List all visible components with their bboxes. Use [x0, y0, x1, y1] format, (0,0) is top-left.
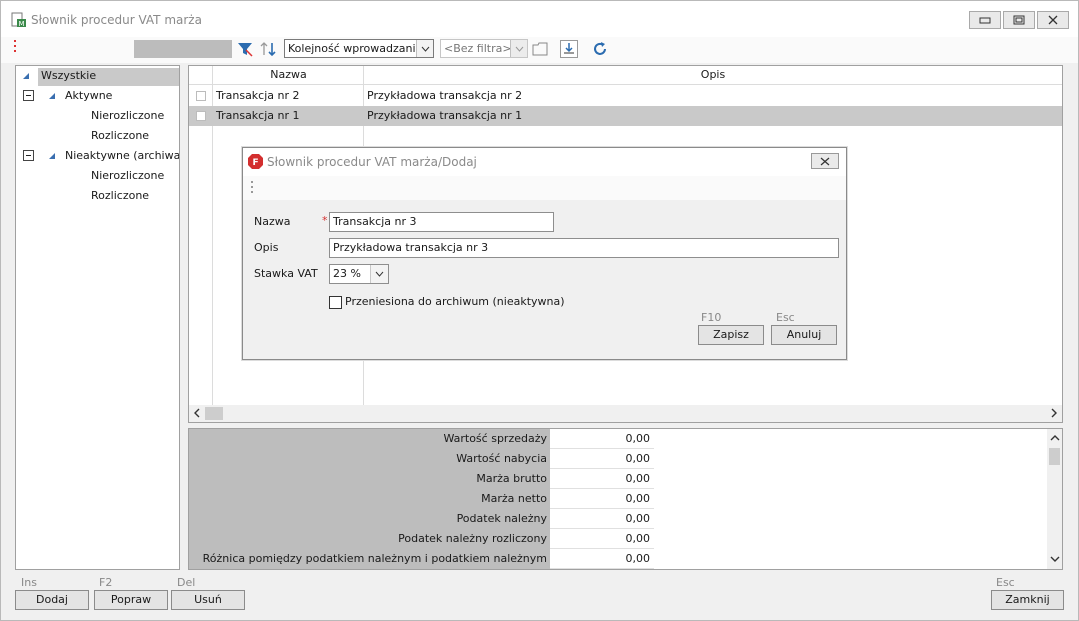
filter-select-value: <Bez filtra> [444, 42, 512, 55]
tree-item-inactive-unsettled[interactable]: Nierozliczone [91, 166, 164, 186]
filter-icon[interactable] [236, 40, 254, 58]
cancel-button[interactable]: Anuluj [771, 325, 837, 345]
required-marker: * [322, 214, 328, 227]
app-document-icon: M [11, 12, 27, 28]
column-header-description[interactable]: Opis [364, 66, 1062, 84]
archive-checkbox[interactable] [329, 296, 342, 309]
summary-value: 0,00 [550, 509, 654, 529]
dialog-toolbar [243, 176, 846, 200]
row-description: Przykładowa transakcja nr 1 [367, 109, 523, 122]
close-window-button[interactable] [1037, 11, 1069, 29]
delete-shortcut: Del [177, 576, 196, 589]
summary-label: Wartość nabycia [189, 449, 550, 469]
name-label: Nazwa [254, 215, 291, 228]
chevron-down-icon [510, 40, 527, 57]
chevron-down-icon[interactable] [1050, 553, 1060, 566]
add-dialog: F Słownik procedur VAT marża/Dodaj Nazwa… [242, 147, 847, 360]
collapse-icon[interactable] [23, 150, 34, 161]
edit-button[interactable]: Popraw [94, 590, 168, 610]
name-field[interactable]: Transakcja nr 3 [329, 212, 554, 232]
summary-label: Różnica pomiędzy podatkiem należnym i po… [189, 549, 550, 569]
chevron-up-icon[interactable] [1050, 432, 1060, 445]
add-shortcut: Ins [21, 576, 37, 589]
summary-label: Marża brutto [189, 469, 550, 489]
category-tree: Wszystkie Aktywne Nierozliczone Rozliczo… [15, 65, 180, 570]
vat-rate-value: 23 % [333, 267, 361, 280]
dialog-title: Słownik procedur VAT marża/Dodaj [267, 155, 477, 169]
tree-item-inactive-settled[interactable]: Rozliczone [91, 186, 149, 206]
chevron-right-icon[interactable] [1050, 408, 1058, 421]
summary-label: Podatek należny rozliczony [189, 529, 550, 549]
tree-item-active[interactable]: Aktywne [65, 86, 112, 106]
description-field[interactable]: Przykładowa transakcja nr 3 [329, 238, 839, 258]
scrollbar-thumb[interactable] [1049, 448, 1060, 465]
summary-label: Podatek należny [189, 509, 550, 529]
close-button[interactable]: Zamknij [991, 590, 1064, 610]
edit-shortcut: F2 [99, 576, 113, 589]
row-name: Transakcja nr 2 [216, 89, 300, 102]
save-button[interactable]: Zapisz [698, 325, 764, 345]
close-shortcut: Esc [996, 576, 1015, 589]
add-button[interactable]: Dodaj [15, 590, 89, 610]
horizontal-scrollbar[interactable] [189, 405, 1062, 422]
vat-rate-label: Stawka VAT [254, 267, 318, 280]
folder-icon[interactable] [531, 40, 549, 58]
chevron-left-icon[interactable] [193, 408, 201, 421]
cancel-shortcut: Esc [776, 311, 795, 324]
chevron-down-icon [370, 265, 388, 283]
summary-value: 0,00 [550, 549, 654, 569]
filter-select[interactable]: <Bez filtra> [440, 39, 528, 58]
collapse-icon[interactable] [23, 90, 34, 101]
row-name: Transakcja nr 1 [216, 109, 300, 122]
summary-label: Marża netto [189, 489, 550, 509]
toolbar-grip-icon [251, 181, 253, 193]
row-description: Przykładowa transakcja nr 2 [367, 89, 523, 102]
summary-panel: Wartość sprzedaży 0,00 Wartość nabycia 0… [188, 428, 1063, 570]
export-icon[interactable] [560, 40, 578, 58]
summary-value: 0,00 [550, 429, 654, 449]
row-checkbox[interactable] [196, 111, 206, 121]
expanded-arrow-icon[interactable] [49, 153, 55, 159]
summary-label: Wartość sprzedaży [189, 429, 550, 449]
dialog-title-bar: F Słownik procedur VAT marża/Dodaj [243, 148, 846, 176]
description-label: Opis [254, 241, 279, 254]
app-logo-icon: F [248, 154, 263, 172]
sort-order-value: Kolejność wprowadzania [288, 42, 423, 55]
toolbar: Kolejność wprowadzania <Bez filtra> [1, 37, 1078, 63]
svg-text:M: M [19, 20, 25, 28]
sort-order-select[interactable]: Kolejność wprowadzania [284, 39, 434, 58]
tree-item-active-unsettled[interactable]: Nierozliczone [91, 106, 164, 126]
summary-value: 0,00 [550, 449, 654, 469]
dialog-close-button[interactable] [811, 153, 839, 169]
expanded-arrow-icon[interactable] [49, 93, 55, 99]
table-row[interactable]: Transakcja nr 2 Przykładowa transakcja n… [189, 86, 1062, 106]
tree-item-active-settled[interactable]: Rozliczone [91, 126, 149, 146]
row-checkbox[interactable] [196, 91, 206, 101]
delete-button[interactable]: Usuń [171, 590, 245, 610]
summary-value: 0,00 [550, 469, 654, 489]
expanded-arrow-icon[interactable] [23, 73, 29, 79]
main-window: M Słownik procedur VAT marża Kolejność w… [0, 0, 1079, 621]
column-header-name[interactable]: Nazwa [213, 66, 364, 84]
toolbar-grip-icon [14, 40, 17, 56]
archive-label: Przeniesiona do archiwum (nieaktywna) [345, 295, 565, 308]
tree-item-all[interactable]: Wszystkie [41, 66, 96, 86]
tree-item-inactive[interactable]: Nieaktywne (archiwalne) [65, 146, 179, 166]
minimize-button[interactable] [969, 11, 1001, 29]
table-row[interactable]: Transakcja nr 1 Przykładowa transakcja n… [189, 106, 1062, 126]
chevron-down-icon [416, 40, 433, 57]
vat-rate-select[interactable]: 23 % [329, 264, 389, 284]
save-shortcut: F10 [701, 311, 722, 324]
window-title: Słownik procedur VAT marża [31, 13, 202, 27]
summary-value: 0,00 [550, 489, 654, 509]
title-bar: M Słownik procedur VAT marża [1, 1, 1078, 37]
refresh-icon[interactable] [591, 40, 609, 58]
summary-value: 0,00 [550, 529, 654, 549]
restore-button[interactable] [1003, 11, 1035, 29]
scrollbar-thumb[interactable] [205, 407, 223, 420]
svg-text:F: F [253, 158, 259, 168]
search-field[interactable] [134, 40, 232, 58]
sort-direction-icon[interactable] [260, 40, 278, 58]
vertical-scrollbar[interactable] [1047, 429, 1062, 569]
